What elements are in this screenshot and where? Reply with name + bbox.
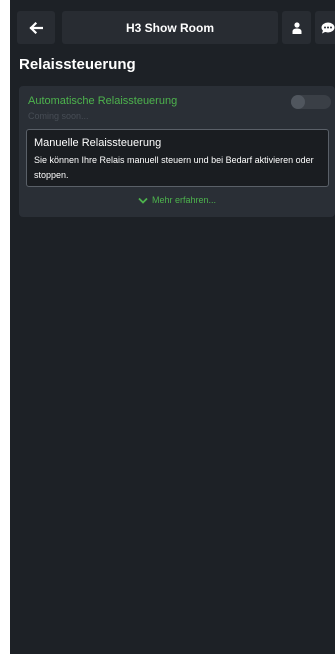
app-screen: H3 Show Room Relaissteuerung Automatisch… — [10, 0, 335, 654]
chat-bubble-icon — [321, 22, 335, 33]
chat-button[interactable] — [315, 11, 335, 44]
chevron-down-icon — [138, 197, 148, 204]
user-button[interactable] — [282, 11, 311, 44]
manual-relay-title: Manuelle Relaissteuerung — [34, 137, 162, 149]
top-bar: H3 Show Room — [10, 0, 335, 50]
auto-relay-label: Automatische Relaissteuerung — [28, 95, 178, 107]
relay-control-card: Automatische Relaissteuerung Coming soon… — [19, 86, 335, 217]
header-title: H3 Show Room — [62, 11, 278, 44]
learn-more-label: Mehr erfahren... — [151, 195, 217, 205]
auto-relay-toggle[interactable] — [291, 95, 331, 109]
manual-relay-description: Sie können Ihre Relais manuell steuern u… — [34, 155, 314, 180]
user-icon — [292, 21, 301, 34]
back-button[interactable] — [17, 11, 55, 44]
manual-relay-box[interactable]: Manuelle Relaissteuerung Sie können Ihre… — [26, 129, 329, 187]
learn-more-link[interactable]: Mehr erfahren... — [19, 195, 335, 205]
arrow-left-icon — [29, 21, 43, 34]
toggle-knob — [291, 95, 305, 109]
page-title: Relaissteuerung — [19, 56, 136, 73]
auto-relay-status: Coming soon... — [28, 111, 89, 121]
